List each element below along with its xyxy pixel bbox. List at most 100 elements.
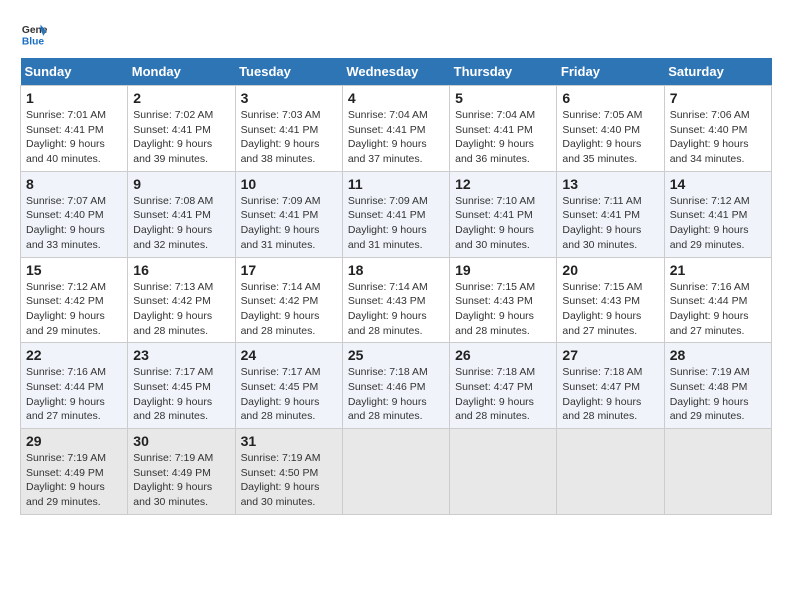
day-info: Sunrise: 7:16 AMSunset: 4:44 PMDaylight:… [670,280,766,339]
day-info: Sunrise: 7:18 AMSunset: 4:47 PMDaylight:… [562,365,658,424]
day-number: 29 [26,433,122,449]
day-cell: 28 Sunrise: 7:19 AMSunset: 4:48 PMDaylig… [664,343,771,429]
day-number: 17 [241,262,337,278]
day-cell: 1 Sunrise: 7:01 AMSunset: 4:41 PMDayligh… [21,86,128,172]
day-number: 28 [670,347,766,363]
day-number: 30 [133,433,229,449]
day-cell: 5 Sunrise: 7:04 AMSunset: 4:41 PMDayligh… [450,86,557,172]
column-header-wednesday: Wednesday [342,58,449,86]
column-header-tuesday: Tuesday [235,58,342,86]
day-info: Sunrise: 7:09 AMSunset: 4:41 PMDaylight:… [348,194,444,253]
day-info: Sunrise: 7:14 AMSunset: 4:42 PMDaylight:… [241,280,337,339]
day-cell: 26 Sunrise: 7:18 AMSunset: 4:47 PMDaylig… [450,343,557,429]
day-cell: 8 Sunrise: 7:07 AMSunset: 4:40 PMDayligh… [21,171,128,257]
day-cell: 9 Sunrise: 7:08 AMSunset: 4:41 PMDayligh… [128,171,235,257]
day-cell [557,429,664,515]
day-number: 11 [348,176,444,192]
day-info: Sunrise: 7:18 AMSunset: 4:46 PMDaylight:… [348,365,444,424]
day-number: 9 [133,176,229,192]
day-number: 27 [562,347,658,363]
day-cell: 15 Sunrise: 7:12 AMSunset: 4:42 PMDaylig… [21,257,128,343]
calendar-header-row: SundayMondayTuesdayWednesdayThursdayFrid… [21,58,772,86]
week-row-2: 8 Sunrise: 7:07 AMSunset: 4:40 PMDayligh… [21,171,772,257]
logo-icon: General Blue [20,20,48,48]
logo: General Blue [20,20,52,48]
column-header-sunday: Sunday [21,58,128,86]
day-info: Sunrise: 7:18 AMSunset: 4:47 PMDaylight:… [455,365,551,424]
day-info: Sunrise: 7:17 AMSunset: 4:45 PMDaylight:… [133,365,229,424]
day-cell [450,429,557,515]
day-cell: 3 Sunrise: 7:03 AMSunset: 4:41 PMDayligh… [235,86,342,172]
day-number: 14 [670,176,766,192]
day-info: Sunrise: 7:15 AMSunset: 4:43 PMDaylight:… [455,280,551,339]
day-info: Sunrise: 7:08 AMSunset: 4:41 PMDaylight:… [133,194,229,253]
day-info: Sunrise: 7:14 AMSunset: 4:43 PMDaylight:… [348,280,444,339]
day-info: Sunrise: 7:11 AMSunset: 4:41 PMDaylight:… [562,194,658,253]
day-info: Sunrise: 7:04 AMSunset: 4:41 PMDaylight:… [455,108,551,167]
day-number: 1 [26,90,122,106]
day-info: Sunrise: 7:01 AMSunset: 4:41 PMDaylight:… [26,108,122,167]
day-number: 8 [26,176,122,192]
column-header-monday: Monday [128,58,235,86]
calendar-table: SundayMondayTuesdayWednesdayThursdayFrid… [20,58,772,515]
day-number: 20 [562,262,658,278]
day-cell: 21 Sunrise: 7:16 AMSunset: 4:44 PMDaylig… [664,257,771,343]
day-cell: 18 Sunrise: 7:14 AMSunset: 4:43 PMDaylig… [342,257,449,343]
day-info: Sunrise: 7:09 AMSunset: 4:41 PMDaylight:… [241,194,337,253]
day-info: Sunrise: 7:10 AMSunset: 4:41 PMDaylight:… [455,194,551,253]
day-info: Sunrise: 7:19 AMSunset: 4:49 PMDaylight:… [133,451,229,510]
day-info: Sunrise: 7:19 AMSunset: 4:50 PMDaylight:… [241,451,337,510]
day-info: Sunrise: 7:12 AMSunset: 4:41 PMDaylight:… [670,194,766,253]
day-number: 25 [348,347,444,363]
day-cell: 31 Sunrise: 7:19 AMSunset: 4:50 PMDaylig… [235,429,342,515]
day-info: Sunrise: 7:07 AMSunset: 4:40 PMDaylight:… [26,194,122,253]
day-number: 12 [455,176,551,192]
day-info: Sunrise: 7:16 AMSunset: 4:44 PMDaylight:… [26,365,122,424]
day-info: Sunrise: 7:19 AMSunset: 4:48 PMDaylight:… [670,365,766,424]
day-cell: 30 Sunrise: 7:19 AMSunset: 4:49 PMDaylig… [128,429,235,515]
day-number: 4 [348,90,444,106]
day-number: 10 [241,176,337,192]
day-cell: 25 Sunrise: 7:18 AMSunset: 4:46 PMDaylig… [342,343,449,429]
week-row-1: 1 Sunrise: 7:01 AMSunset: 4:41 PMDayligh… [21,86,772,172]
day-number: 6 [562,90,658,106]
day-number: 3 [241,90,337,106]
day-info: Sunrise: 7:04 AMSunset: 4:41 PMDaylight:… [348,108,444,167]
day-number: 15 [26,262,122,278]
day-number: 23 [133,347,229,363]
day-info: Sunrise: 7:12 AMSunset: 4:42 PMDaylight:… [26,280,122,339]
day-info: Sunrise: 7:02 AMSunset: 4:41 PMDaylight:… [133,108,229,167]
day-number: 7 [670,90,766,106]
day-cell: 24 Sunrise: 7:17 AMSunset: 4:45 PMDaylig… [235,343,342,429]
day-cell: 16 Sunrise: 7:13 AMSunset: 4:42 PMDaylig… [128,257,235,343]
day-number: 19 [455,262,551,278]
day-cell: 22 Sunrise: 7:16 AMSunset: 4:44 PMDaylig… [21,343,128,429]
day-cell: 20 Sunrise: 7:15 AMSunset: 4:43 PMDaylig… [557,257,664,343]
day-info: Sunrise: 7:15 AMSunset: 4:43 PMDaylight:… [562,280,658,339]
day-cell: 2 Sunrise: 7:02 AMSunset: 4:41 PMDayligh… [128,86,235,172]
day-cell [664,429,771,515]
page-header: General Blue [20,20,772,48]
day-number: 13 [562,176,658,192]
day-cell: 11 Sunrise: 7:09 AMSunset: 4:41 PMDaylig… [342,171,449,257]
day-cell: 23 Sunrise: 7:17 AMSunset: 4:45 PMDaylig… [128,343,235,429]
day-number: 24 [241,347,337,363]
day-info: Sunrise: 7:06 AMSunset: 4:40 PMDaylight:… [670,108,766,167]
day-number: 16 [133,262,229,278]
day-number: 18 [348,262,444,278]
day-number: 5 [455,90,551,106]
day-info: Sunrise: 7:13 AMSunset: 4:42 PMDaylight:… [133,280,229,339]
week-row-5: 29 Sunrise: 7:19 AMSunset: 4:49 PMDaylig… [21,429,772,515]
day-cell: 29 Sunrise: 7:19 AMSunset: 4:49 PMDaylig… [21,429,128,515]
day-cell: 10 Sunrise: 7:09 AMSunset: 4:41 PMDaylig… [235,171,342,257]
day-number: 22 [26,347,122,363]
column-header-thursday: Thursday [450,58,557,86]
week-row-4: 22 Sunrise: 7:16 AMSunset: 4:44 PMDaylig… [21,343,772,429]
day-cell: 6 Sunrise: 7:05 AMSunset: 4:40 PMDayligh… [557,86,664,172]
day-cell: 4 Sunrise: 7:04 AMSunset: 4:41 PMDayligh… [342,86,449,172]
week-row-3: 15 Sunrise: 7:12 AMSunset: 4:42 PMDaylig… [21,257,772,343]
day-cell: 14 Sunrise: 7:12 AMSunset: 4:41 PMDaylig… [664,171,771,257]
day-cell [342,429,449,515]
day-cell: 19 Sunrise: 7:15 AMSunset: 4:43 PMDaylig… [450,257,557,343]
day-cell: 12 Sunrise: 7:10 AMSunset: 4:41 PMDaylig… [450,171,557,257]
